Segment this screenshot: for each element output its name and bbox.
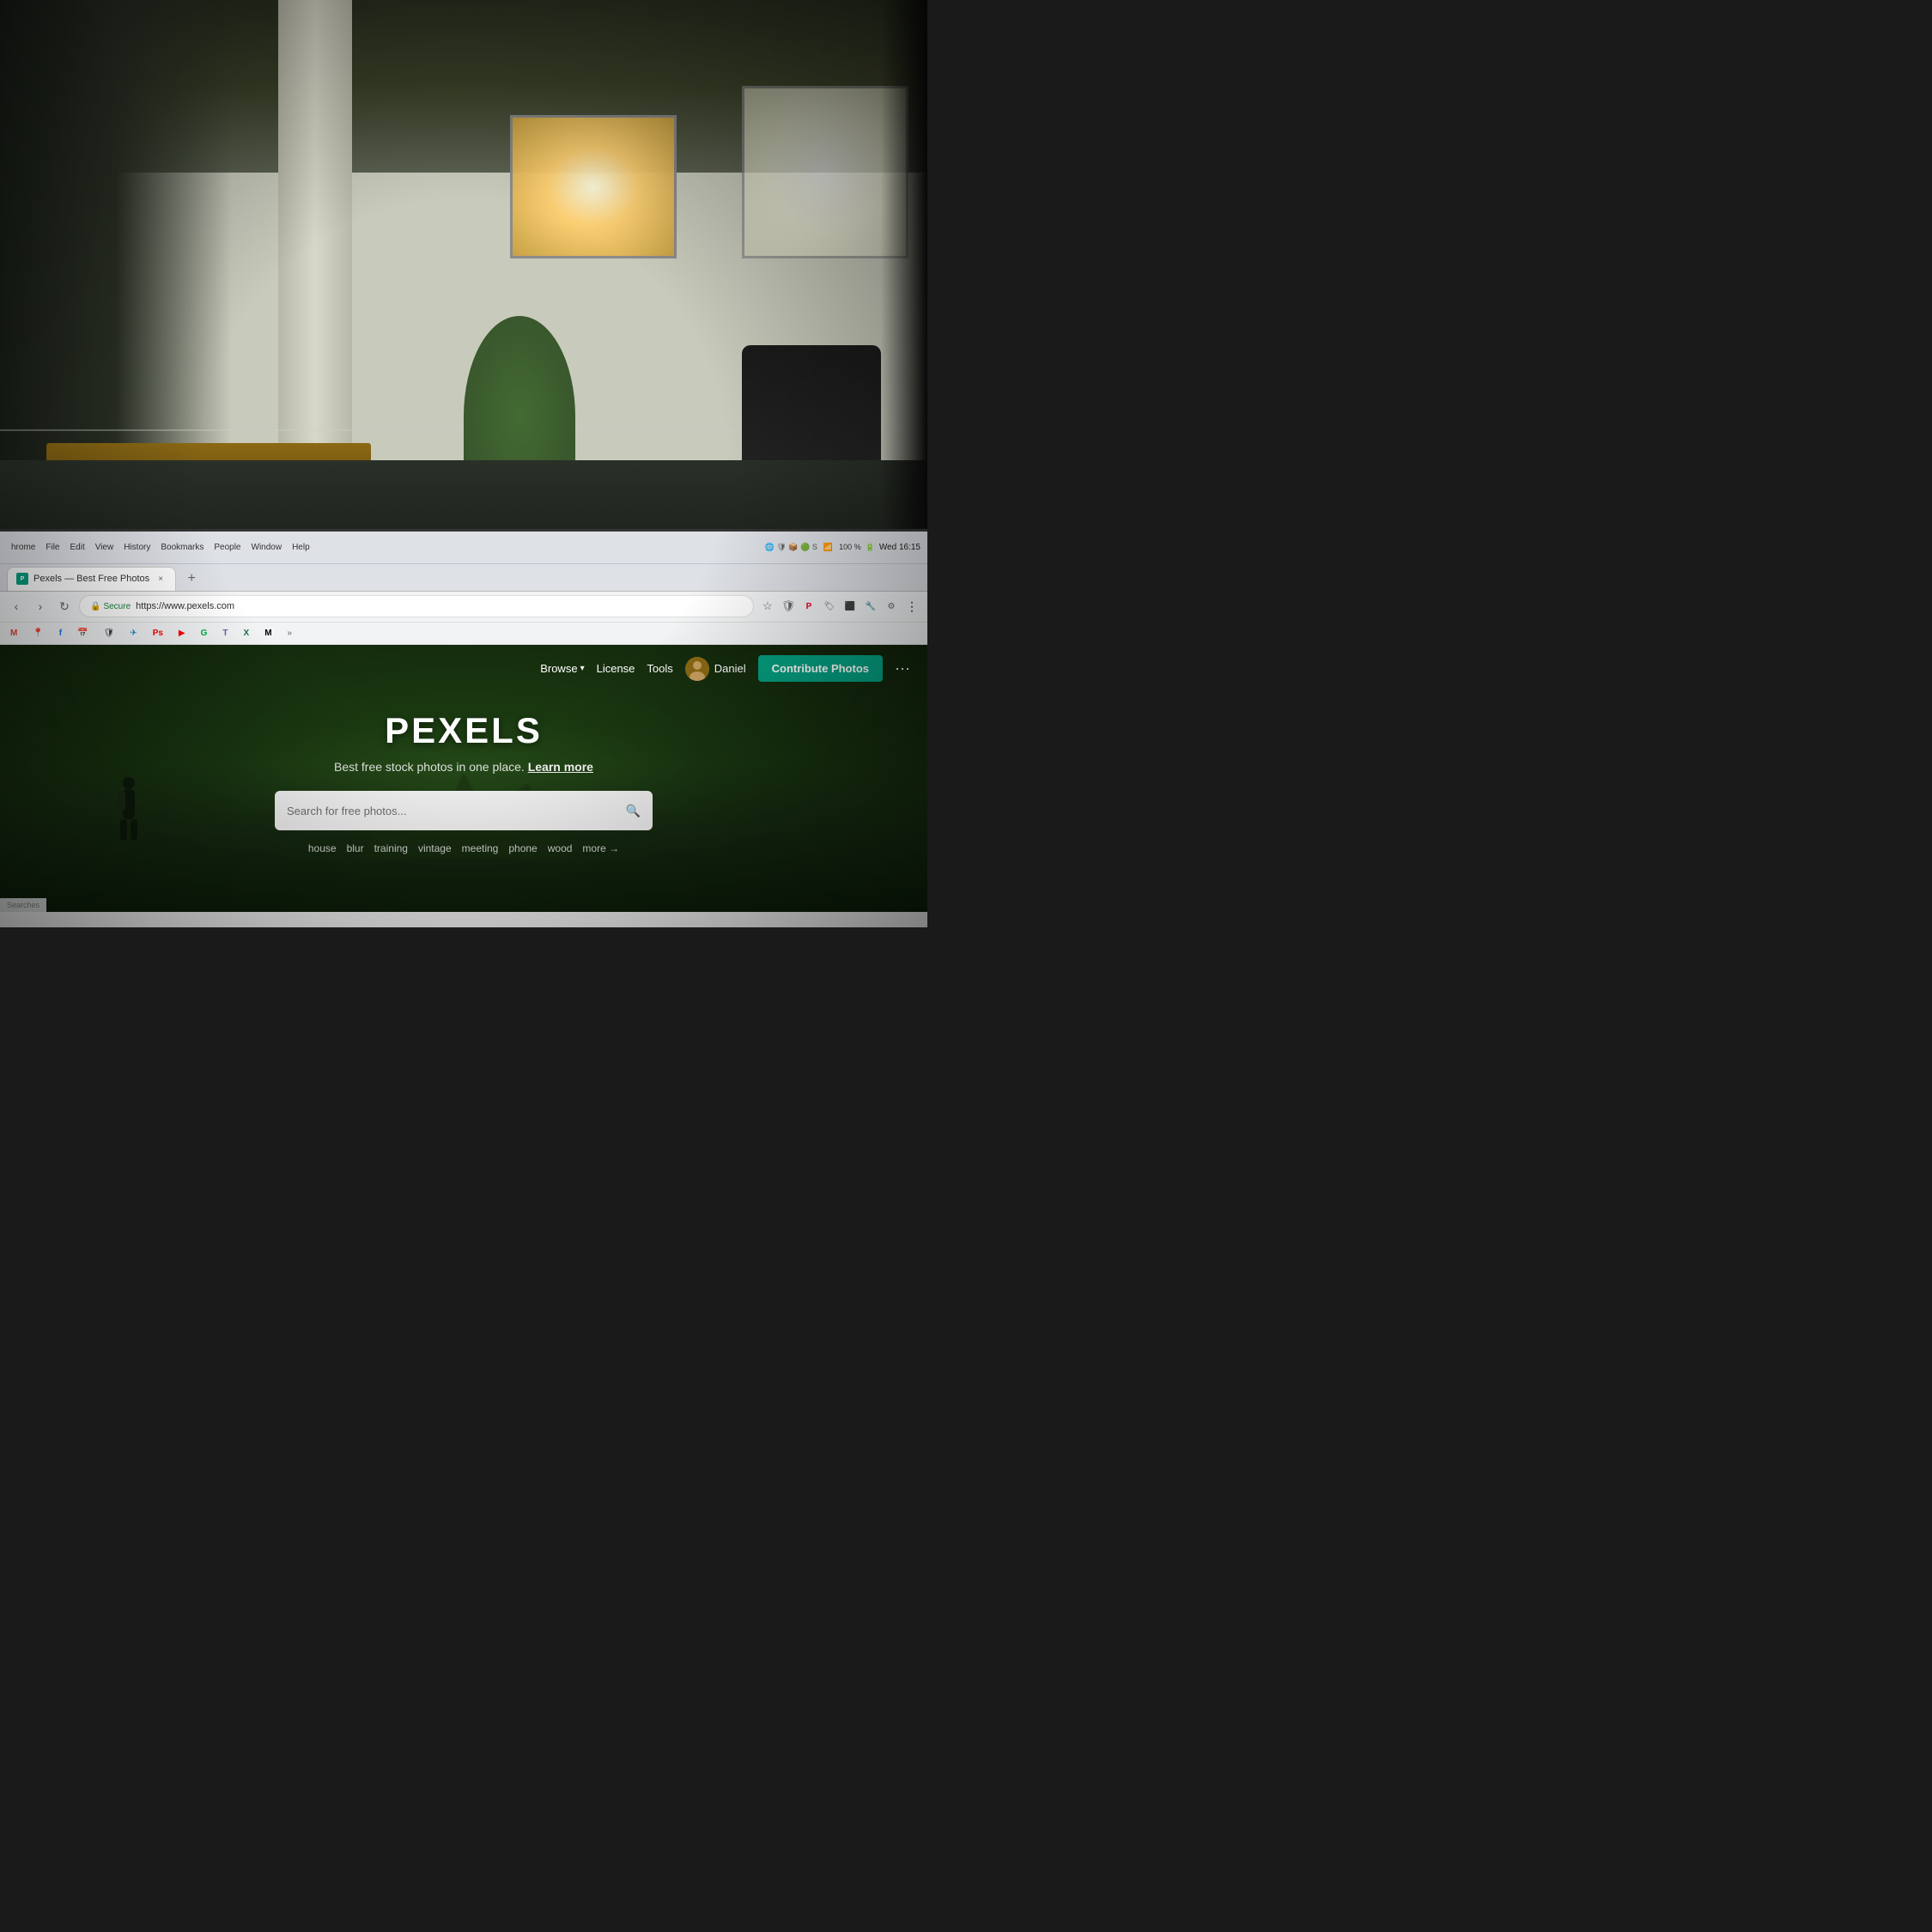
menu-file[interactable]: File bbox=[41, 541, 64, 554]
chrome-menu: hrome File Edit View History Bookmarks P… bbox=[7, 541, 314, 554]
refresh-button[interactable]: ↻ bbox=[55, 597, 74, 616]
system-icons: 🌐 🛡 📦 🟢 S 📶 100 % 🔋 Wed 16:15 bbox=[765, 543, 920, 552]
menu-chrome[interactable]: hrome bbox=[7, 541, 39, 554]
menu-window[interactable]: Window bbox=[247, 541, 287, 554]
pinterest-icon[interactable]: P bbox=[800, 598, 817, 615]
person-silhouette bbox=[112, 776, 146, 845]
chrome-addressbar: ‹ › ↻ 🔒 Secure https://www.pexels.com ☆ … bbox=[0, 592, 927, 623]
zoom-level: 100 % bbox=[839, 543, 861, 551]
contribute-photos-button[interactable]: Contribute Photos bbox=[758, 655, 883, 682]
tab-favicon: P bbox=[16, 573, 28, 585]
user-name: Daniel bbox=[714, 662, 746, 675]
pexels-nav-right: Browse ▾ License Tools bbox=[540, 655, 910, 682]
bookmark-calendar[interactable]: 📅 bbox=[74, 627, 91, 640]
extensions-more[interactable]: ⚙ bbox=[883, 598, 900, 615]
secure-label: Secure bbox=[103, 602, 131, 611]
extension-icon-2[interactable]: ⬛ bbox=[841, 598, 859, 615]
search-icon: 🔍 bbox=[626, 804, 641, 818]
bookmark-gmail[interactable]: M bbox=[7, 627, 21, 640]
license-link[interactable]: License bbox=[597, 662, 635, 675]
tag-phone[interactable]: phone bbox=[508, 842, 537, 854]
tag-training[interactable]: training bbox=[374, 842, 408, 854]
address-right-icons: ☆ 🛡 P 🏷 ⬛ 🔧 ⚙ ⋮ bbox=[759, 598, 920, 615]
menu-edit[interactable]: Edit bbox=[65, 541, 88, 554]
menu-history[interactable]: History bbox=[119, 541, 155, 554]
tag-vintage[interactable]: vintage bbox=[418, 842, 452, 854]
bookmark-star-icon[interactable]: ☆ bbox=[759, 598, 776, 615]
forward-button[interactable]: › bbox=[31, 597, 50, 616]
menu-help[interactable]: Help bbox=[288, 541, 314, 554]
searches-label: Searches bbox=[7, 901, 39, 909]
extension-icon-1[interactable]: 🏷 bbox=[821, 598, 838, 615]
bookmark-maps[interactable]: 📍 bbox=[29, 627, 46, 640]
bookmark-teams[interactable]: T bbox=[219, 627, 231, 640]
learn-more-link[interactable]: Learn more bbox=[528, 760, 593, 774]
user-menu[interactable]: Daniel bbox=[685, 657, 746, 681]
chrome-more-button[interactable]: ⋮ bbox=[903, 598, 920, 615]
search-input[interactable] bbox=[287, 805, 617, 817]
pexels-hero: Browse ▾ License Tools bbox=[0, 645, 927, 912]
active-tab[interactable]: P Pexels — Best Free Photos × bbox=[7, 567, 176, 591]
tag-blur[interactable]: blur bbox=[347, 842, 364, 854]
secure-indicator: 🔒 Secure bbox=[90, 602, 131, 611]
tag-meeting[interactable]: meeting bbox=[462, 842, 499, 854]
bookmark-medium[interactable]: M bbox=[261, 627, 275, 640]
search-bar[interactable]: 🔍 bbox=[275, 791, 653, 830]
bookmark-sheets[interactable]: G bbox=[197, 627, 211, 640]
pexels-logo: PEXELS bbox=[275, 710, 653, 751]
office-column bbox=[278, 0, 352, 489]
bookmark-youtube[interactable]: ▶ bbox=[175, 627, 189, 640]
tag-wood[interactable]: wood bbox=[548, 842, 573, 854]
chevron-down-icon: ▾ bbox=[580, 664, 585, 673]
hero-content: PEXELS Best free stock photos in one pla… bbox=[275, 710, 653, 854]
bookmark-fb[interactable]: f bbox=[56, 627, 65, 640]
office-background bbox=[0, 0, 927, 575]
pexels-tagline: Best free stock photos in one place. Lea… bbox=[275, 760, 653, 774]
system-clock: Wed 16:15 bbox=[879, 543, 920, 552]
tools-link[interactable]: Tools bbox=[647, 662, 672, 675]
more-options-button[interactable]: ··· bbox=[895, 659, 910, 677]
browse-link[interactable]: Browse ▾ bbox=[540, 662, 584, 675]
bookmark-nordvpn[interactable]: 🛡 bbox=[100, 627, 118, 640]
menu-bookmarks[interactable]: Bookmarks bbox=[156, 541, 208, 554]
bottom-statusbar: Searches bbox=[0, 898, 46, 912]
bookmark-telegram[interactable]: ✈ bbox=[126, 627, 140, 640]
back-button[interactable]: ‹ bbox=[7, 597, 26, 616]
bookmark-more[interactable]: » bbox=[284, 627, 296, 640]
shield-icon[interactable]: 🛡 bbox=[780, 598, 797, 615]
tag-house[interactable]: house bbox=[308, 842, 337, 854]
tab-label: Pexels — Best Free Photos bbox=[33, 574, 149, 584]
new-tab-button[interactable]: + bbox=[179, 567, 204, 591]
office-window-1 bbox=[510, 115, 677, 258]
bookmark-adobe[interactable]: Ps bbox=[149, 627, 167, 640]
lock-icon: 🔒 bbox=[90, 602, 100, 611]
address-bar[interactable]: 🔒 Secure https://www.pexels.com bbox=[79, 595, 754, 617]
chrome-titlebar: hrome File Edit View History Bookmarks P… bbox=[0, 532, 927, 564]
menu-view[interactable]: View bbox=[91, 541, 118, 554]
tag-more[interactable]: more → bbox=[582, 842, 619, 854]
url-display: https://www.pexels.com bbox=[136, 601, 234, 611]
monitor-frame: hrome File Edit View History Bookmarks P… bbox=[0, 529, 927, 927]
chrome-tabbar: P Pexels — Best Free Photos × + bbox=[0, 564, 927, 592]
bookmark-excel[interactable]: X bbox=[240, 627, 253, 640]
pexels-navbar: Browse ▾ License Tools bbox=[0, 645, 927, 693]
search-tags: house blur training vintage meeting phon… bbox=[275, 842, 653, 854]
monitor-screen: hrome File Edit View History Bookmarks P… bbox=[0, 532, 927, 927]
menu-people[interactable]: People bbox=[210, 541, 245, 554]
tab-close-button[interactable]: × bbox=[155, 573, 167, 585]
user-avatar bbox=[685, 657, 709, 681]
pexels-website: Browse ▾ License Tools bbox=[0, 645, 927, 912]
extension-icon-3[interactable]: 🔧 bbox=[862, 598, 879, 615]
bookmarks-bar: M 📍 f 📅 🛡 ✈ Ps bbox=[0, 623, 927, 645]
